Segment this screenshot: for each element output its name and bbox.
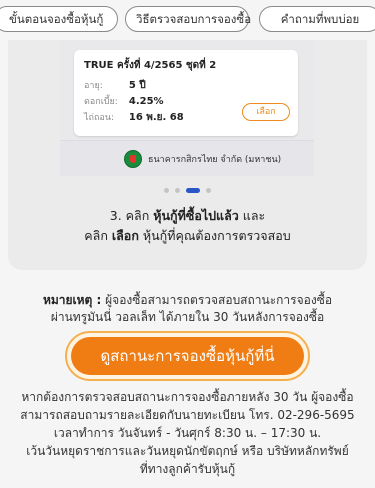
note-line2: ผ่านทรูมันนี่ วอลเล็ท ได้ภายใน 30 วันหลั… — [50, 310, 325, 324]
step-bold-text: หุ้นกู้ที่ซื้อไปแล้ว — [153, 208, 239, 223]
bank-name: ธนาคารกสิกรไทย จำกัด (มหาชน) — [148, 155, 282, 165]
tab-faq[interactable]: คำถามที่พบบ่อย — [259, 6, 375, 32]
step-bold-text: เลือก — [111, 228, 139, 243]
interest-label: ดอกเบี้ย: — [84, 97, 118, 107]
term-value: 5 ปี — [128, 80, 146, 91]
info-line: สามารถสอบถามรายละเอียดกับนายทะเบียน โทร.… — [20, 408, 355, 422]
info-line: ที่ทางลูกค้ารับหุ้นกู้ — [139, 462, 236, 476]
bond-card: TRUE ครั้งที่ 4/2565 ชุดที่ 2 อายุ: 5 ปี… — [74, 50, 298, 136]
info-line: หากต้องการตรวจสอบสถานะการจองซื้อภายหลัง … — [21, 390, 354, 404]
step-instruction-line2: คลิก เลือก หุ้นกู้ที่คุณต้องการตรวจสอบ — [0, 226, 375, 246]
bank-bar: ธนาคารกสิกรไทย จำกัด (มหาชน) — [60, 140, 314, 176]
step-text: คลิก — [84, 228, 112, 243]
tab-purchase-steps[interactable]: ขั้นตอนจองซื้อหุ้นกู้ — [0, 6, 118, 32]
term-label: อายุ: — [84, 81, 103, 91]
info-line: เว้นวันหยุดราชการและวันหยุดนักขัตฤกษ์ หร… — [26, 444, 349, 458]
bond-row-term: อายุ: 5 ปี — [84, 78, 146, 93]
note-label: หมายเหตุ : — [42, 293, 102, 307]
carousel-dots — [0, 188, 375, 196]
interest-value: 4.25% — [128, 96, 164, 107]
kbank-logo-icon — [124, 150, 142, 168]
bond-row-redemption: ไถ่ถอน: 16 พ.ย. 68 — [84, 110, 184, 125]
note-text: ผู้จองซื้อสามารถตรวจสอบสถานะการจองซื้อ — [101, 293, 333, 307]
carousel-dot-active[interactable] — [186, 188, 200, 193]
step-text: 3. คลิก — [109, 208, 154, 223]
carousel-dot[interactable] — [175, 188, 180, 193]
guide-tabs: ขั้นตอนจองซื้อหุ้นกู้ วิธีตรวจสอบการจองซ… — [0, 0, 375, 40]
tab-check-booking[interactable]: วิธีตรวจสอบการจองซื้อ — [125, 6, 251, 32]
select-bond-button: เลือก — [242, 103, 290, 121]
bond-title: TRUE ครั้งที่ 4/2565 ชุดที่ 2 — [84, 60, 217, 71]
redemption-label: ไถ่ถอน: — [84, 113, 115, 123]
check-status-button[interactable]: ดูสถานะการจองซื้อหุ้นกู้ที่นี่ — [71, 337, 304, 375]
carousel-dot[interactable] — [206, 188, 211, 193]
info-line: เวลาทำการ วันจันทร์ - วันศุกร์ 8:30 น. –… — [53, 426, 322, 440]
step-text: หุ้นกู้ที่คุณต้องการตรวจสอบ — [138, 228, 291, 243]
step-text: และ — [238, 208, 266, 223]
app-screenshot: TRUE ครั้งที่ 4/2565 ชุดที่ 2 อายุ: 5 ปี… — [60, 40, 314, 176]
carousel-dot[interactable] — [164, 188, 169, 193]
bond-row-interest: ดอกเบี้ย: 4.25% — [84, 94, 164, 108]
step-instruction-line1: 3. คลิก หุ้นกู้ที่ซื้อไปแล้ว และ — [0, 206, 375, 226]
redemption-value: 16 พ.ย. 68 — [128, 112, 184, 123]
